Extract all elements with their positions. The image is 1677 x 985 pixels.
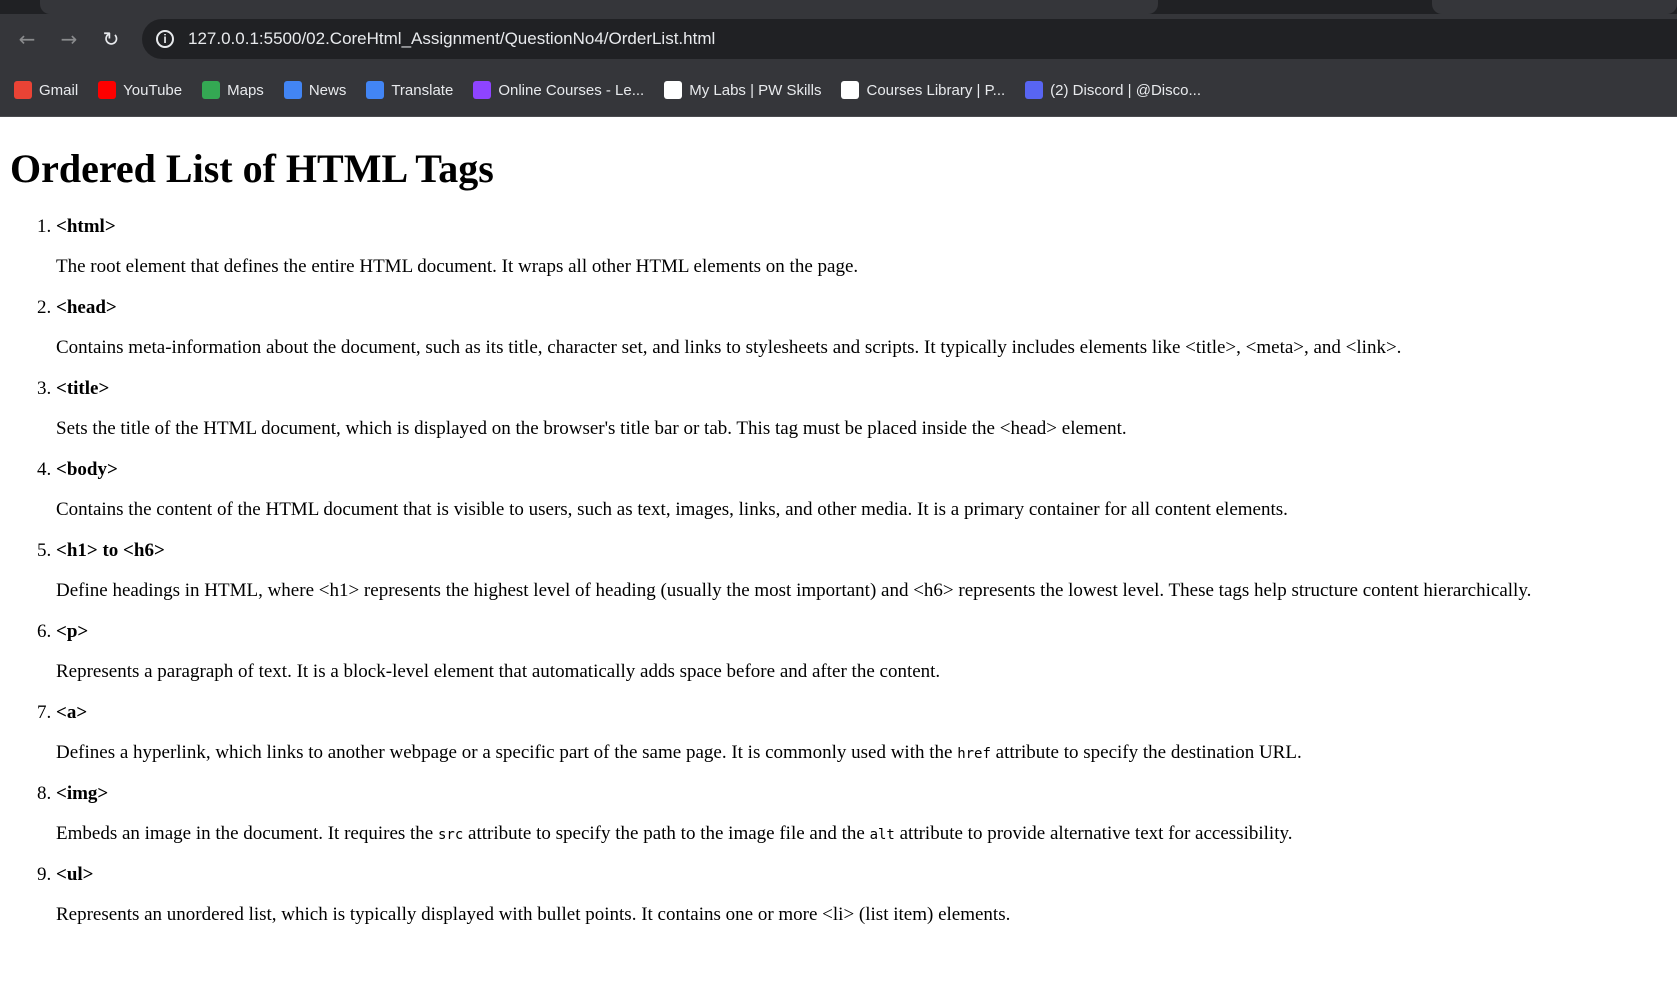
list-item: <p> Represents a paragraph of text. It is… (56, 621, 1667, 683)
desc-text: Embeds an image in the document. It requ… (56, 823, 438, 844)
inline-code: alt (869, 827, 895, 843)
tag-name: <a> (56, 702, 88, 723)
tag-description: Define headings in HTML, where <h1> repr… (56, 580, 1532, 601)
list-item: <a> Defines a hyperlink, which links to a… (56, 702, 1667, 764)
translate-icon (366, 81, 385, 99)
tag-name: <head> (56, 297, 117, 318)
list-item: <head> Contains meta-information about th… (56, 297, 1667, 359)
bookmark-item[interactable]: Translate (366, 81, 453, 99)
desc-text: attribute to provide alternative text fo… (894, 823, 1293, 844)
tag-description: Contains the content of the HTML documen… (56, 499, 1288, 520)
tag-name: <body> (56, 459, 118, 480)
discord-icon (1025, 81, 1044, 99)
youtube-icon (98, 81, 117, 99)
list-item: <img> Embeds an image in the document. It… (56, 783, 1667, 845)
browser-toolbar: ← → ↻ i 127.0.0.1:5500/02.CoreHtml_Assig… (0, 14, 1677, 64)
bookmark-item[interactable]: My Labs | PW Skills (664, 81, 821, 99)
tag-description: The root element that defines the entire… (56, 256, 859, 277)
reload-icon[interactable]: ↻ (94, 22, 128, 56)
bookmark-label: (2) Discord | @Disco... (1050, 81, 1201, 99)
pw-library-icon (841, 81, 860, 99)
bookmarks-bar: Gmail YouTube Maps News Translate Online Cour… (0, 64, 1677, 117)
list-item: <ul> Represents an unordered list, which … (56, 864, 1667, 926)
site-info-icon[interactable]: i (156, 30, 174, 48)
tag-description: Sets the title of the HTML document, whi… (56, 418, 1127, 439)
bookmark-label: My Labs | PW Skills (689, 81, 822, 99)
tag-name: <p> (56, 621, 89, 642)
tag-name: <ul> (56, 864, 94, 885)
back-arrow-icon[interactable]: ← (10, 22, 44, 56)
tag-description: Contains meta-information about the docu… (56, 337, 1402, 358)
bookmark-item[interactable]: Gmail (14, 81, 78, 99)
other-tab[interactable] (1432, 0, 1677, 14)
bookmark-item[interactable]: YouTube (98, 81, 182, 99)
tab-strip (0, 0, 1677, 14)
html-tag-list: <html> The root element that defines the … (10, 216, 1667, 926)
bookmark-label: Gmail (39, 81, 79, 99)
tag-name: <title> (56, 378, 110, 399)
list-item: <title> Sets the title of the HTML docume… (56, 378, 1667, 440)
page-title: Ordered List of HTML Tags (10, 146, 494, 191)
list-item: <html> The root element that defines the … (56, 216, 1667, 278)
list-item: <body> Contains the content of the HTML d… (56, 459, 1667, 521)
tag-name: <img> (56, 783, 109, 804)
bookmark-label: Online Courses - Le... (498, 81, 645, 99)
desc-text: attribute to specify the destination URL… (990, 742, 1302, 763)
page-content: Ordered List of HTML Tags <html> The root… (0, 145, 1677, 926)
address-bar[interactable]: i 127.0.0.1:5500/02.CoreHtml_Assignment/… (142, 19, 1677, 59)
bookmark-item[interactable]: News (283, 81, 347, 99)
tag-description: Represents an unordered list, which is t… (56, 904, 1011, 925)
inline-code: src (438, 827, 464, 843)
courses-icon (473, 81, 492, 99)
desc-text: attribute to specify the path to the ima… (463, 823, 870, 844)
bookmark-label: Maps (227, 81, 264, 99)
list-item: <h1> to <h6> Define headings in HTML, whe… (56, 540, 1667, 602)
bookmark-label: Courses Library | P... (866, 81, 1006, 99)
desc-text: Defines a hyperlink, which links to anot… (56, 742, 958, 763)
bookmark-label: YouTube (123, 81, 183, 99)
forward-arrow-icon[interactable]: → (52, 22, 86, 56)
gmail-icon (14, 81, 32, 99)
news-icon (283, 81, 302, 99)
pw-skills-icon (664, 81, 683, 99)
inline-code: href (957, 746, 991, 762)
tag-name: <h1> to <h6> (56, 540, 165, 561)
tag-description: Embeds an image in the document. It requ… (56, 823, 1667, 845)
url-text[interactable]: 127.0.0.1:5500/02.CoreHtml_Assignment/Qu… (188, 29, 715, 49)
bookmark-item[interactable]: Online Courses - Le... (473, 81, 644, 99)
tag-description: Defines a hyperlink, which links to anot… (56, 742, 1667, 764)
tag-name: <html> (56, 216, 116, 237)
active-tab[interactable] (40, 0, 1158, 14)
bookmark-item[interactable]: Maps (202, 81, 264, 99)
bookmark-item[interactable]: (2) Discord | @Disco... (1025, 81, 1201, 99)
bookmark-label: Translate (391, 81, 454, 99)
bookmark-label: News (308, 81, 347, 99)
tag-description: Represents a paragraph of text. It is a … (56, 661, 941, 682)
bookmark-item[interactable]: Courses Library | P... (841, 81, 1005, 99)
maps-icon (202, 81, 221, 99)
